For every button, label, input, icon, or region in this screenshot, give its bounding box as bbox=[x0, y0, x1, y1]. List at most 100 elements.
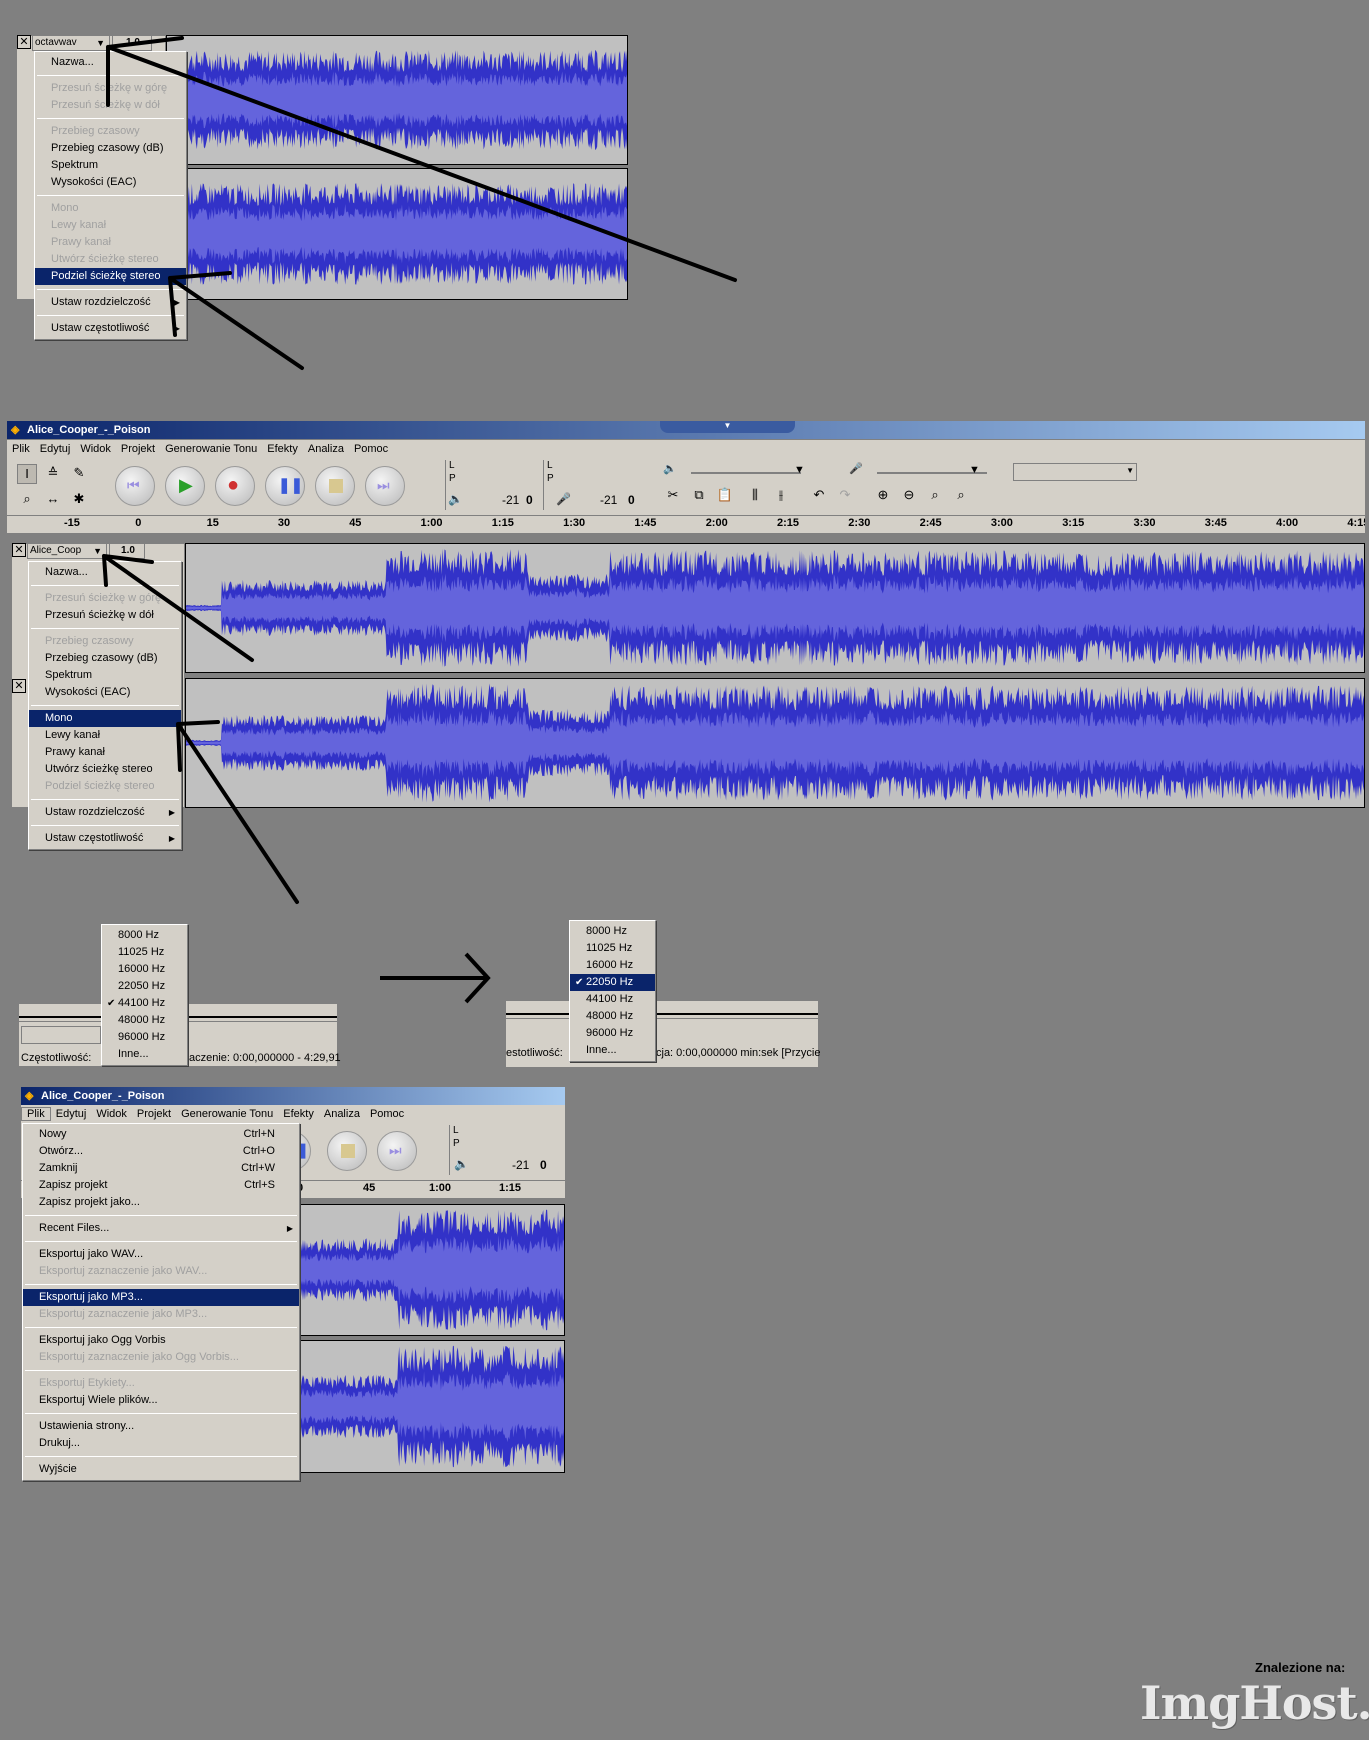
menubar-item[interactable]: Analiza bbox=[319, 1108, 365, 1120]
s1-menu-item[interactable]: Przebieg czasowy (dB) bbox=[35, 140, 186, 157]
record-button[interactable]: ● bbox=[215, 466, 255, 506]
rate-menu-item[interactable]: 16000 Hz bbox=[570, 957, 655, 974]
s4-track-top[interactable] bbox=[298, 1204, 565, 1336]
file-menu-item[interactable]: Eksportuj jako Ogg Vorbis bbox=[23, 1332, 299, 1349]
envelope-tool-icon[interactable]: ≙ bbox=[43, 464, 63, 482]
paste-icon[interactable]: 📋 bbox=[715, 486, 735, 504]
slider-thumb-icon[interactable]: ▼ bbox=[794, 464, 805, 476]
menubar-item[interactable]: Pomoc bbox=[365, 1108, 409, 1120]
s1-menu-item[interactable]: Ustaw częstotliwość ▶ bbox=[35, 320, 186, 337]
menubar-item[interactable]: Plik bbox=[7, 443, 35, 455]
file-menu-item[interactable]: Eksportuj jako MP3... bbox=[23, 1289, 299, 1306]
rate-menu-item[interactable]: 96000 Hz bbox=[570, 1025, 655, 1042]
menubar-item[interactable]: Projekt bbox=[116, 443, 160, 455]
skip-end-button[interactable]: ⏭ bbox=[365, 466, 405, 506]
rate-menu-item[interactable]: 48000 Hz bbox=[102, 1012, 187, 1029]
zoom-tool-icon[interactable]: ⌕ bbox=[17, 490, 37, 508]
s2-menu-item[interactable]: Spektrum bbox=[29, 667, 181, 684]
menubar-item[interactable]: Widok bbox=[75, 443, 116, 455]
select-tool-icon[interactable]: I bbox=[17, 464, 37, 484]
watermark-logo[interactable]: ImgHost.pl bbox=[1140, 1676, 1369, 1730]
skip-start-button[interactable]: ⏮ bbox=[115, 466, 155, 506]
output-volume-slider[interactable] bbox=[691, 472, 801, 474]
menubar-item[interactable]: Edytuj bbox=[35, 443, 76, 455]
s2-menu-item[interactable]: Przebieg czasowy (dB) bbox=[29, 650, 181, 667]
s1-menu-item[interactable]: Wysokości (EAC) bbox=[35, 174, 186, 191]
rate-menu-item[interactable]: 44100 Hz bbox=[570, 991, 655, 1008]
time-shift-icon[interactable]: ↔ bbox=[43, 490, 63, 508]
s4-stop-button[interactable] bbox=[327, 1131, 367, 1171]
s1-menu-item[interactable]: Nazwa... bbox=[35, 54, 186, 71]
menubar-item[interactable]: Generowanie Tonu bbox=[176, 1108, 278, 1120]
s2-device-select[interactable]: ▼ bbox=[1013, 463, 1137, 481]
menubar-item[interactable]: Edytuj bbox=[51, 1108, 92, 1120]
s2-track-name-dropdown[interactable]: Alice_Coop ▼ bbox=[27, 543, 107, 559]
silence-icon[interactable]: ⫲ bbox=[771, 486, 791, 504]
s1-track-bottom[interactable] bbox=[166, 168, 628, 300]
menubar-item[interactable]: Efekty bbox=[278, 1108, 319, 1120]
s1-track-top[interactable] bbox=[166, 35, 628, 165]
cut-icon[interactable]: ✂ bbox=[663, 486, 683, 504]
file-menu-item[interactable]: Zapisz projekt Ctrl+S bbox=[23, 1177, 299, 1194]
file-menu-item[interactable]: Recent Files... ▶ bbox=[23, 1220, 299, 1237]
file-menu-item[interactable]: Wyjście bbox=[23, 1461, 299, 1478]
s2-close-track-button[interactable]: ✕ bbox=[12, 543, 26, 557]
redo-icon[interactable]: ↷ bbox=[835, 486, 855, 504]
s2-track-top[interactable] bbox=[185, 543, 1365, 673]
menubar-item[interactable]: Plik bbox=[21, 1107, 51, 1121]
copy-icon[interactable]: ⧉ bbox=[689, 486, 709, 504]
s4-track-bottom[interactable] bbox=[298, 1340, 565, 1473]
menubar-item[interactable]: Analiza bbox=[303, 443, 349, 455]
fit-selection-icon[interactable]: ⌕ bbox=[925, 486, 945, 504]
s1-menu-item[interactable]: Ustaw rozdzielczość ▶ bbox=[35, 294, 186, 311]
rate-menu-item[interactable]: ✔ 22050 Hz bbox=[570, 974, 655, 991]
play-button[interactable]: ▶ bbox=[165, 466, 205, 506]
file-menu-item[interactable]: Otwórz... Ctrl+O bbox=[23, 1143, 299, 1160]
menubar-item[interactable]: Generowanie Tonu bbox=[160, 443, 262, 455]
s2-menu-item[interactable]: Wysokości (EAC) bbox=[29, 684, 181, 701]
fit-project-icon[interactable]: ⌕ bbox=[951, 486, 971, 504]
zoom-out-icon[interactable]: ⊖ bbox=[899, 486, 919, 504]
s1-menu-item[interactable]: Podziel ścieżkę stereo bbox=[35, 268, 186, 285]
zoom-in-icon[interactable]: ⊕ bbox=[873, 486, 893, 504]
rate-menu-item[interactable]: 8000 Hz bbox=[102, 927, 187, 944]
s2-menu-item[interactable]: Ustaw częstotliwość ▶ bbox=[29, 830, 181, 847]
s4-skip-end-button[interactable]: ⏭ bbox=[377, 1131, 417, 1171]
rate-menu-item[interactable]: Inne... bbox=[102, 1046, 187, 1063]
rate-menu-item[interactable]: 96000 Hz bbox=[102, 1029, 187, 1046]
pause-button[interactable]: ❚❚ bbox=[265, 466, 305, 506]
s2-timeline-ruler[interactable]: -15 0 15 30 45 1:00 1:15 1:30 1:45 2:00 2:15 2:30 2:… bbox=[7, 516, 1365, 534]
menubar-item[interactable]: Projekt bbox=[132, 1108, 176, 1120]
s2-menu-item[interactable]: Utwórz ścieżkę stereo bbox=[29, 761, 181, 778]
rate-menu-item[interactable]: 22050 Hz bbox=[102, 978, 187, 995]
s2-track-bottom[interactable] bbox=[185, 678, 1365, 808]
multi-tool-icon[interactable]: ✱ bbox=[69, 490, 89, 508]
s2-menu-item[interactable]: Mono bbox=[29, 710, 181, 727]
rate-menu-item[interactable]: Inne... bbox=[570, 1042, 655, 1059]
rate-menu-item[interactable]: 16000 Hz bbox=[102, 961, 187, 978]
rate-menu-item[interactable]: 11025 Hz bbox=[570, 940, 655, 957]
file-menu-item[interactable]: Drukuj... bbox=[23, 1435, 299, 1452]
s1-menu-item[interactable]: Spektrum bbox=[35, 157, 186, 174]
file-menu-item[interactable]: Eksportuj jako WAV... bbox=[23, 1246, 299, 1263]
trim-icon[interactable]: ⫼ bbox=[745, 486, 765, 504]
s2-menu-item[interactable]: Prawy kanał bbox=[29, 744, 181, 761]
rate-menu-item[interactable]: 11025 Hz bbox=[102, 944, 187, 961]
s1-track-name-dropdown[interactable]: octavwav ▼ bbox=[32, 35, 110, 51]
rate-menu-item[interactable]: 8000 Hz bbox=[570, 923, 655, 940]
file-menu-item[interactable]: Nowy Ctrl+N bbox=[23, 1126, 299, 1143]
pencil-icon[interactable]: ✎ bbox=[69, 464, 89, 482]
rate-menu-item[interactable]: 48000 Hz bbox=[570, 1008, 655, 1025]
s2-menu-item[interactable]: Lewy kanał bbox=[29, 727, 181, 744]
file-menu-item[interactable]: Zapisz projekt jako... bbox=[23, 1194, 299, 1211]
rate-menu-item[interactable]: ✔ 44100 Hz bbox=[102, 995, 187, 1012]
s2-close-track-button-2[interactable]: ✕ bbox=[12, 679, 26, 693]
file-menu-item[interactable]: Zamknij Ctrl+W bbox=[23, 1160, 299, 1177]
s2-collapse-tab[interactable]: ▼ bbox=[660, 421, 795, 433]
slider-thumb-icon[interactable]: ▼ bbox=[969, 464, 980, 476]
menubar-item[interactable]: Widok bbox=[91, 1108, 132, 1120]
menubar-item[interactable]: Pomoc bbox=[349, 443, 393, 455]
file-menu-item[interactable]: Ustawienia strony... bbox=[23, 1418, 299, 1435]
s1-close-track-button[interactable]: ✕ bbox=[17, 35, 31, 49]
stop-button[interactable] bbox=[315, 466, 355, 506]
